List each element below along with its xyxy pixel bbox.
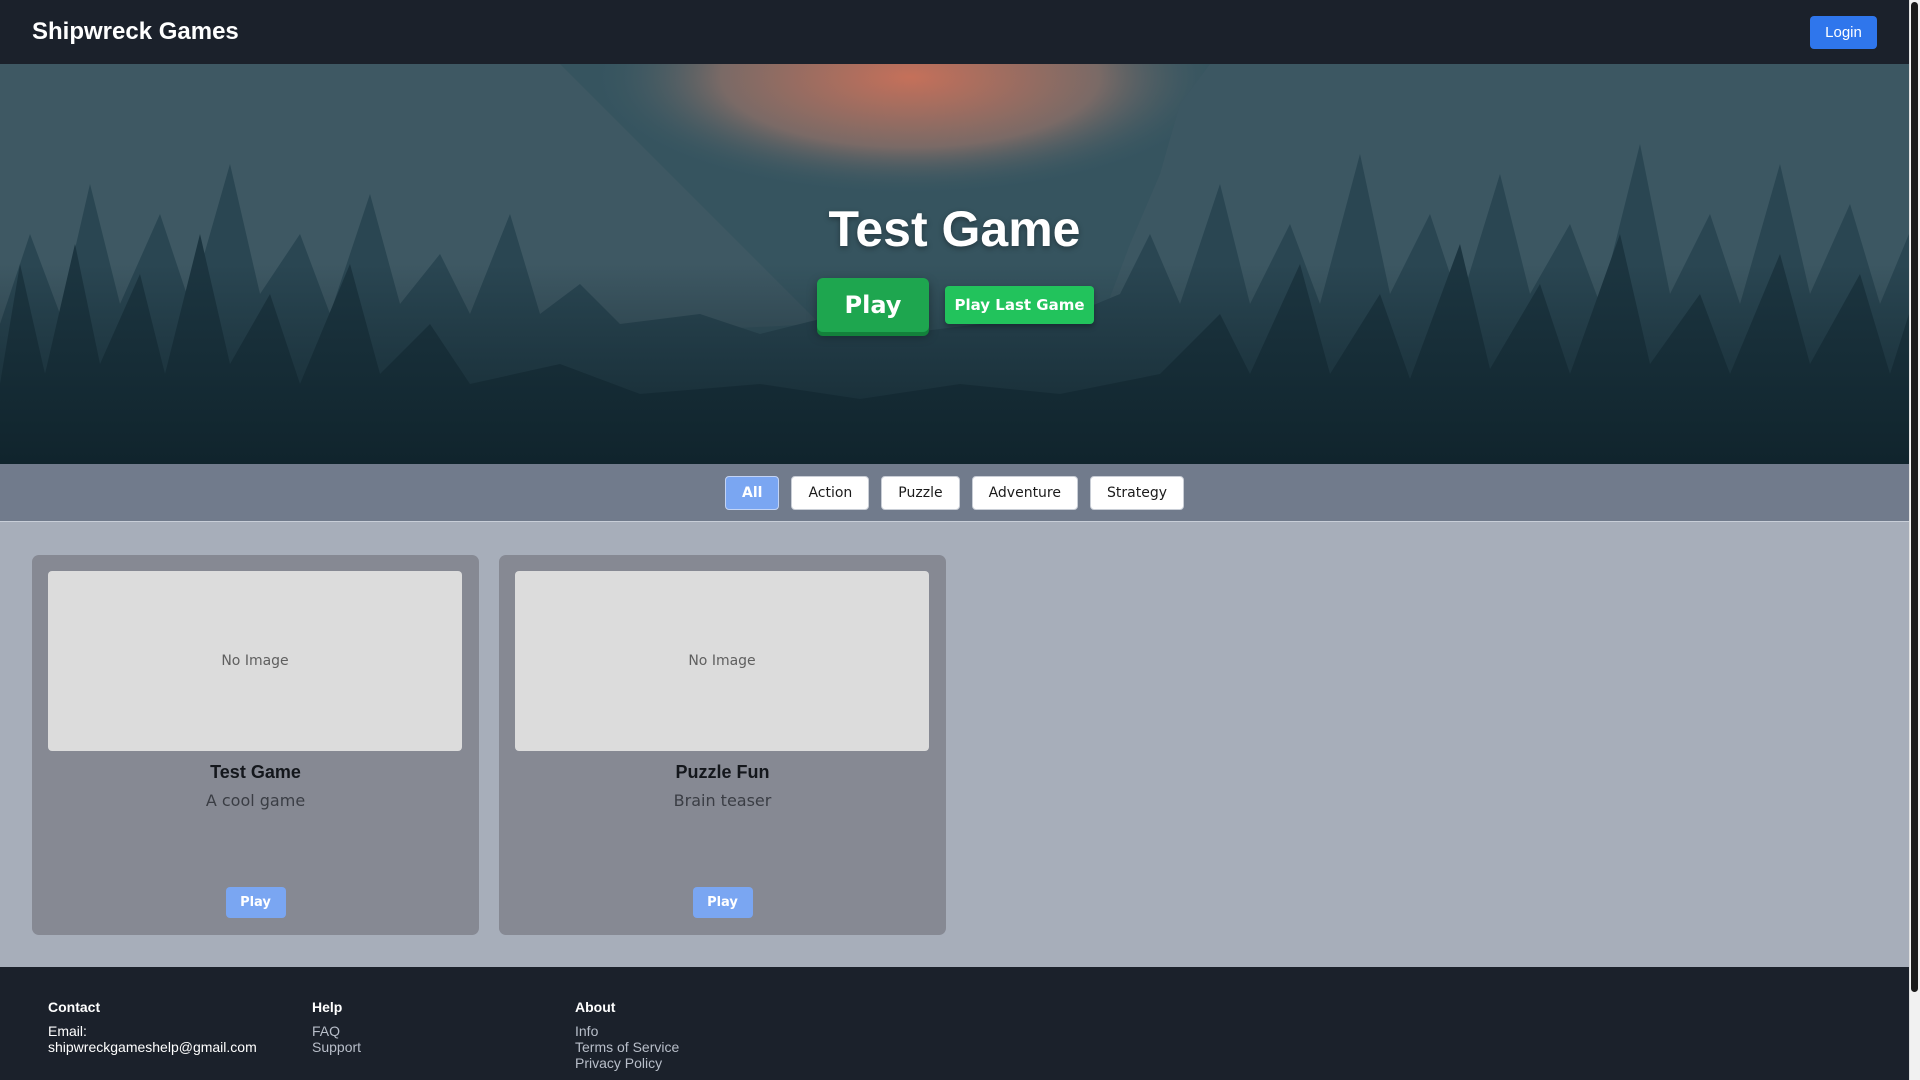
footer-link-terms[interactable]: Terms of Service	[575, 1039, 679, 1055]
brand-logo[interactable]: Shipwreck Games	[32, 18, 239, 46]
login-button[interactable]: Login	[1810, 15, 1877, 49]
footer-contact-column: Contact Email: shipwreckgameshelp@gmail.…	[48, 999, 257, 1055]
game-play-button[interactable]: Play	[692, 887, 753, 918]
footer-link-support[interactable]: Support	[312, 1039, 361, 1055]
category-filter-bar: All Action Puzzle Adventure Strategy	[0, 464, 1909, 522]
game-play-button[interactable]: Play	[225, 887, 286, 918]
footer-link-privacy[interactable]: Privacy Policy	[575, 1055, 679, 1071]
game-thumbnail-placeholder: No Image	[48, 571, 462, 751]
site-footer: Contact Email: shipwreckgameshelp@gmail.…	[0, 967, 1909, 1080]
hero-banner: Test Game Play Play Last Game	[0, 64, 1909, 464]
filter-action[interactable]: Action	[791, 475, 870, 510]
game-description: A cool game	[205, 791, 306, 810]
filter-adventure[interactable]: Adventure	[971, 475, 1078, 510]
footer-about-heading: About	[575, 999, 616, 1015]
game-thumbnail-placeholder: No Image	[515, 571, 929, 751]
hero-play-button[interactable]: Play	[817, 278, 929, 332]
footer-about-column: About Info Terms of Service Privacy Poli…	[575, 999, 679, 1071]
hero-title: Test Game	[828, 201, 1081, 257]
scrollbar-thumb[interactable]	[1911, 2, 1918, 992]
hero-buttons: Play Play Last Game	[817, 278, 1094, 332]
footer-link-faq[interactable]: FAQ	[312, 1023, 361, 1039]
filter-puzzle[interactable]: Puzzle	[881, 475, 960, 510]
footer-link-info[interactable]: Info	[575, 1023, 679, 1039]
footer-help-heading: Help	[312, 999, 343, 1015]
footer-contact-heading: Contact	[48, 999, 101, 1015]
footer-email-label: Email:	[48, 1023, 87, 1039]
top-navbar: Shipwreck Games Login	[0, 0, 1909, 64]
filter-strategy[interactable]: Strategy	[1090, 475, 1184, 510]
game-card: No Image Puzzle Fun Brain teaser Play	[499, 555, 946, 935]
filter-all[interactable]: All	[725, 475, 780, 510]
game-description: Brain teaser	[673, 791, 772, 810]
play-last-game-button[interactable]: Play Last Game	[945, 286, 1094, 324]
page-scrollbar[interactable]	[1909, 0, 1920, 1080]
footer-help-column: Help FAQ Support	[312, 999, 361, 1055]
footer-email-address[interactable]: shipwreckgameshelp@gmail.com	[48, 1039, 257, 1055]
hero-content: Test Game Play Play Last Game	[0, 64, 1909, 464]
game-title: Puzzle Fun	[675, 762, 770, 782]
game-card: No Image Test Game A cool game Play	[32, 555, 479, 935]
game-title: Test Game	[210, 762, 301, 782]
